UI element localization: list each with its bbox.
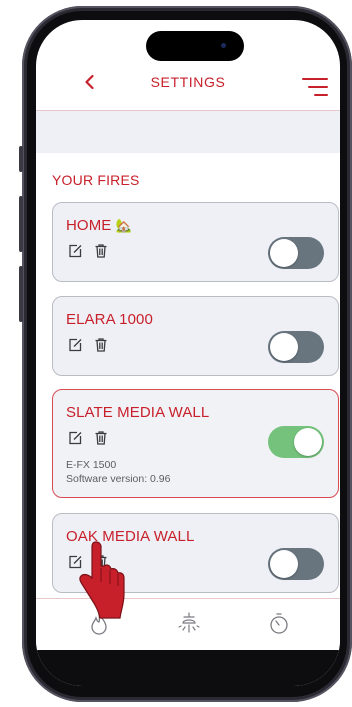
fire-card: HOME 🏡 [52, 202, 339, 282]
side-button [19, 266, 23, 322]
side-button [19, 146, 23, 172]
pointer-hand-icon [79, 541, 125, 619]
fire-model: E-FX 1500 [66, 459, 117, 471]
timer-icon[interactable] [266, 611, 292, 637]
page-title: SETTINGS [150, 74, 226, 90]
trash-icon[interactable] [93, 337, 109, 353]
fire-toggle[interactable] [268, 548, 324, 580]
fire-name: SLATE MEDIA WALL [66, 404, 210, 421]
software-version: Software version: 0.96 [66, 473, 171, 485]
edit-icon[interactable] [67, 337, 83, 353]
edit-icon[interactable] [67, 430, 83, 446]
fire-name: ELARA 1000 [66, 311, 153, 328]
home-indicator-area [36, 650, 340, 686]
fire-card: ELARA 1000 [52, 296, 339, 376]
header-band [36, 111, 340, 153]
fire-toggle[interactable] [268, 237, 324, 269]
fire-toggle[interactable] [268, 331, 324, 363]
trash-icon[interactable] [93, 430, 109, 446]
edit-icon[interactable] [67, 243, 83, 259]
app-header: SETTINGS [36, 64, 340, 110]
house-icon: 🏡 [115, 218, 132, 233]
fire-name: HOME 🏡 [66, 217, 132, 234]
section-title: YOUR FIRES [52, 172, 140, 188]
light-icon[interactable] [176, 611, 202, 637]
camera-dot [221, 43, 226, 48]
fire-card: SLATE MEDIA WALL E-FX 1500 Software vers… [52, 389, 339, 498]
dynamic-island [146, 31, 244, 61]
fire-toggle[interactable] [268, 426, 324, 458]
trash-icon[interactable] [93, 243, 109, 259]
side-button [19, 196, 23, 252]
menu-button[interactable] [302, 76, 328, 98]
